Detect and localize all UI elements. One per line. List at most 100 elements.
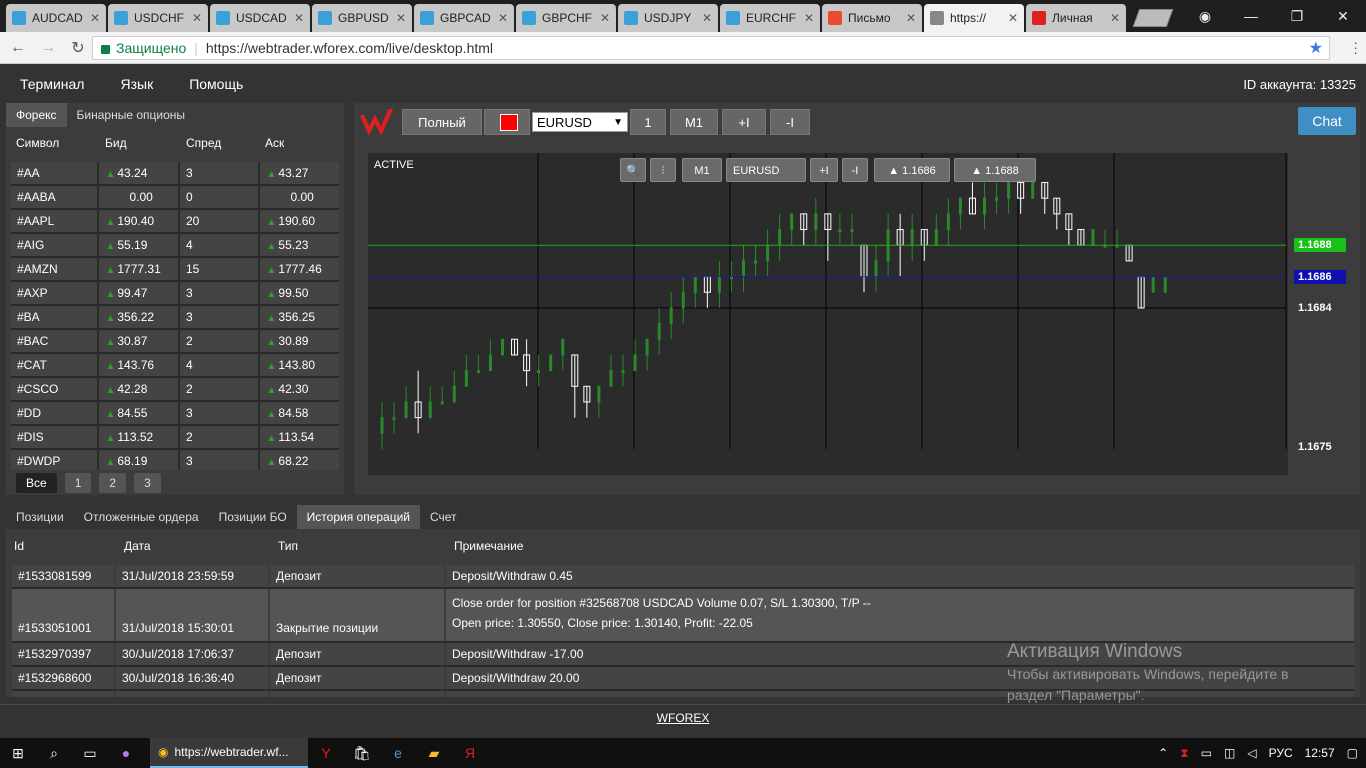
browser-tab[interactable]: USDCAD ✕: [210, 4, 310, 32]
tab-bo-positions[interactable]: Позиции БО: [209, 505, 297, 529]
col-bid[interactable]: Бид: [105, 136, 186, 150]
magnifier-icon[interactable]: 🔍: [620, 158, 646, 182]
col-spread[interactable]: Спред: [186, 136, 265, 150]
quote-row[interactable]: #CAT ▲ 143.76 4 ▲ 143.80: [11, 354, 339, 378]
browser-menu-icon[interactable]: · · ·: [1353, 35, 1358, 59]
browser-tab[interactable]: GBPCAD ✕: [414, 4, 514, 32]
col-date[interactable]: Дата: [124, 539, 278, 553]
bookmark-star-icon[interactable]: ★: [1309, 38, 1323, 58]
col-id[interactable]: Id: [14, 539, 124, 553]
browser-tab[interactable]: USDCHF ✕: [108, 4, 208, 32]
quote-row[interactable]: #AAPL ▲ 190.40 20 ▲ 190.60: [11, 210, 339, 234]
tab-history[interactable]: История операций: [296, 505, 420, 529]
menu-terminal[interactable]: Терминал: [20, 76, 84, 92]
url-input[interactable]: Защищено | https://webtrader.wforex.com/…: [92, 36, 1330, 60]
symbol-select[interactable]: EURUSD ▼: [532, 112, 628, 132]
browser-tab[interactable]: Личная ✕: [1026, 4, 1126, 32]
page-3-button[interactable]: 3: [134, 473, 161, 493]
store-icon[interactable]: 🛍: [344, 738, 380, 768]
quote-row[interactable]: #AA ▲ 43.24 3 ▲ 43.27: [11, 162, 339, 186]
notifications-icon[interactable]: ▢: [1347, 746, 1358, 760]
footer-link[interactable]: WFOREX: [657, 711, 710, 725]
quote-row[interactable]: #BA ▲ 356.22 3 ▲ 356.25: [11, 306, 339, 330]
maximize-button[interactable]: ❐: [1274, 8, 1320, 25]
close-window-button[interactable]: ✕: [1320, 8, 1366, 25]
col-symbol[interactable]: Символ: [16, 136, 105, 150]
cortana-mic-icon[interactable]: ●: [108, 738, 144, 768]
page-all-button[interactable]: Все: [16, 473, 57, 493]
close-icon[interactable]: ✕: [804, 11, 814, 25]
browser-tab[interactable]: EURCHF ✕: [720, 4, 820, 32]
browser-tab[interactable]: AUDCAD ✕: [6, 4, 106, 32]
quote-row[interactable]: #AIG ▲ 55.19 4 ▲ 55.23: [11, 234, 339, 258]
quote-row[interactable]: #DWDP ▲ 68.19 3 ▲ 68.22: [11, 450, 339, 470]
menu-help[interactable]: Помощь: [189, 76, 243, 92]
quote-row[interactable]: #AABA 0.00 0 0.00: [11, 186, 339, 210]
zoom-out-button[interactable]: -I: [770, 109, 810, 135]
minimize-button[interactable]: —: [1228, 8, 1274, 24]
inner-symbol-button[interactable]: EURUSD: [726, 158, 806, 182]
browser-tab[interactable]: GBPUSD ✕: [312, 4, 412, 32]
menu-language[interactable]: Язык: [120, 76, 153, 92]
battery-icon[interactable]: ▭: [1201, 746, 1212, 760]
color-picker-button[interactable]: [484, 109, 530, 135]
page-1-button[interactable]: 1: [64, 473, 92, 493]
new-tab-button[interactable]: [1132, 9, 1174, 27]
browser-tab[interactable]: https:// ✕: [924, 4, 1024, 32]
folder-icon[interactable]: ▰: [416, 738, 452, 768]
close-icon[interactable]: ✕: [90, 11, 100, 25]
volume-icon[interactable]: ◁: [1247, 746, 1256, 760]
tab-positions[interactable]: Позиции: [6, 505, 74, 529]
quote-row[interactable]: #AXP ▲ 99.47 3 ▲ 99.50: [11, 282, 339, 306]
secure-indicator[interactable]: Защищено: [101, 40, 186, 56]
candles-icon[interactable]: ⫶: [650, 158, 676, 182]
quote-row[interactable]: #AMZN ▲ 1777.31 15 ▲ 1777.46: [11, 258, 339, 282]
close-icon[interactable]: ✕: [906, 11, 916, 25]
reload-icon[interactable]: ↻: [66, 38, 90, 58]
network-icon[interactable]: ◫: [1224, 746, 1235, 760]
close-icon[interactable]: ✕: [294, 11, 304, 25]
tab-account[interactable]: Счет: [420, 505, 467, 529]
quote-row[interactable]: #DD ▲ 84.55 3 ▲ 84.58: [11, 402, 339, 426]
col-note[interactable]: Примечание: [454, 539, 523, 553]
close-icon[interactable]: ✕: [1110, 11, 1120, 25]
yandex-icon[interactable]: Я: [452, 738, 488, 768]
page-2-button[interactable]: 2: [99, 473, 127, 493]
tray-expand-icon[interactable]: ⌃: [1158, 746, 1168, 760]
zoom-in-button[interactable]: +I: [722, 109, 766, 135]
inner-zoom-in-button[interactable]: +I: [810, 158, 838, 182]
bid-price-button[interactable]: ▲ 1.1688: [954, 158, 1036, 182]
inner-timeframe-button[interactable]: M1: [682, 158, 722, 182]
tab-binary-options[interactable]: Бинарные опционы: [67, 103, 196, 127]
windows-start-icon[interactable]: ⊞: [0, 738, 36, 768]
col-ask[interactable]: Аск: [265, 136, 335, 150]
edge-icon[interactable]: e: [380, 738, 416, 768]
tab-forex[interactable]: Форекс: [6, 103, 67, 127]
timeframe-button[interactable]: M1: [670, 109, 718, 135]
ask-price-button[interactable]: ▲ 1.1686: [874, 158, 950, 182]
browser-tab[interactable]: GBPCHF ✕: [516, 4, 616, 32]
full-mode-button[interactable]: Полный: [402, 109, 482, 135]
search-icon[interactable]: ⌕: [36, 738, 72, 768]
chart-type-button[interactable]: 1: [630, 109, 666, 135]
clock[interactable]: 12:57: [1305, 746, 1335, 760]
yandex-browser-icon[interactable]: Y: [308, 738, 344, 768]
profile-icon[interactable]: ◉: [1182, 8, 1228, 25]
quote-row[interactable]: #BAC ▲ 30.87 2 ▲ 30.89: [11, 330, 339, 354]
close-icon[interactable]: ✕: [1008, 11, 1018, 25]
close-icon[interactable]: ✕: [600, 11, 610, 25]
history-row[interactable]: #1533051001 31/Jul/2018 15:30:01 Закрытие …: [12, 589, 1354, 643]
task-view-icon[interactable]: ▭: [72, 738, 108, 768]
price-chart[interactable]: ACTIVE 🔍 ⫶ M1 EURUSD +I -I ▲ 1.1686 ▲ 1.…: [368, 153, 1288, 475]
chat-button[interactable]: Chat: [1298, 107, 1356, 135]
close-icon[interactable]: ✕: [192, 11, 202, 25]
close-icon[interactable]: ✕: [498, 11, 508, 25]
tray-app-icon[interactable]: ⧗: [1180, 746, 1188, 761]
inner-zoom-out-button[interactable]: -I: [842, 158, 868, 182]
quote-row[interactable]: #DIS ▲ 113.52 2 ▲ 113.54: [11, 426, 339, 450]
tab-pending-orders[interactable]: Отложенные ордера: [74, 505, 209, 529]
taskbar-chrome-app[interactable]: ◉ https://webtrader.wf...: [150, 738, 308, 768]
close-icon[interactable]: ✕: [396, 11, 406, 25]
browser-tab[interactable]: Письмо ✕: [822, 4, 922, 32]
language-indicator[interactable]: РУС: [1269, 746, 1293, 760]
